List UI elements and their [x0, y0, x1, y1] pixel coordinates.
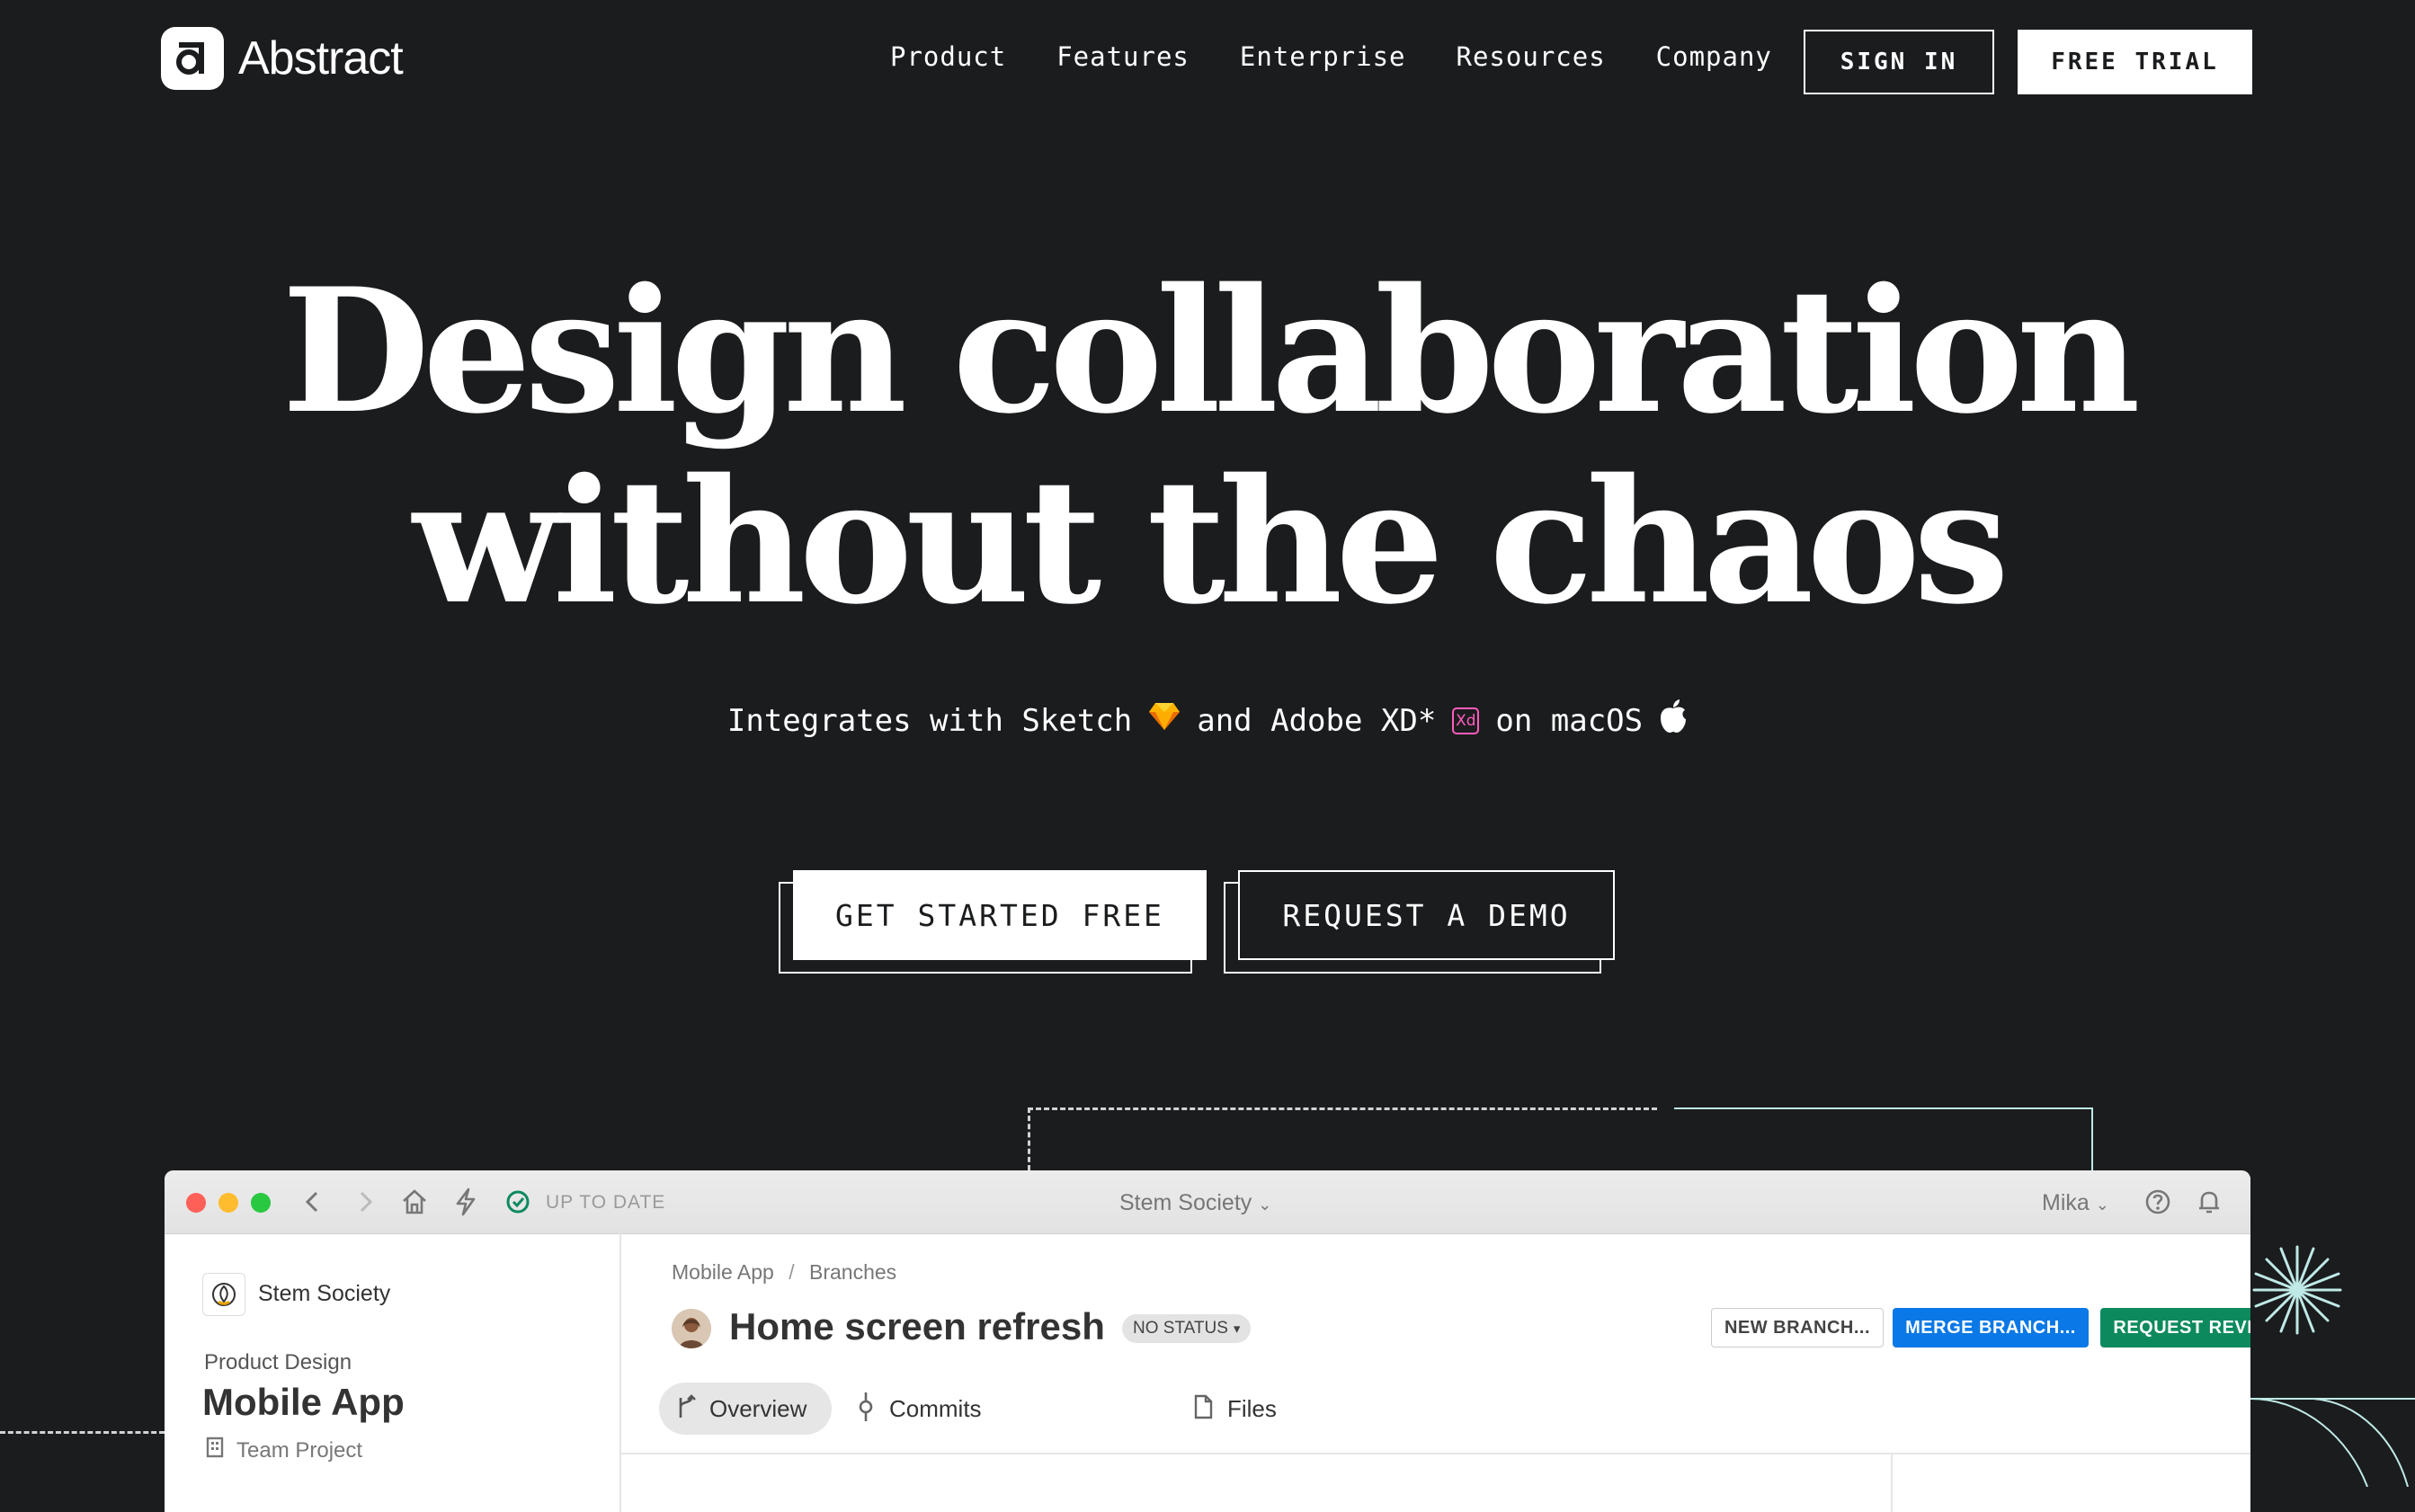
nav-product[interactable]: Product: [890, 41, 1006, 72]
tab-commits[interactable]: Commits: [857, 1383, 982, 1435]
file-icon: [1193, 1394, 1213, 1424]
back-icon[interactable]: [299, 1187, 326, 1222]
accent-line-right: [2091, 1107, 2093, 1170]
sync-check-icon: [504, 1187, 531, 1222]
sign-in-button[interactable]: SIGN IN: [1804, 30, 1994, 94]
merge-branch-button[interactable]: MERGE BRANCH...: [1893, 1308, 2089, 1347]
tab-files-label: Files: [1227, 1394, 1277, 1422]
sidebar-project-title: Mobile App: [202, 1381, 405, 1423]
home-icon[interactable]: [400, 1187, 429, 1222]
sketch-icon: [1148, 702, 1181, 739]
branch-author-avatar: [672, 1309, 711, 1348]
sidebar-project-type: Team Project: [236, 1438, 363, 1463]
dashed-connector-left-edge: [0, 1431, 165, 1434]
branch-title: Home screen refresh: [729, 1305, 1105, 1347]
subtitle-macos-text: on macOS: [1495, 702, 1644, 739]
nav-company[interactable]: Company: [1656, 41, 1772, 72]
chevron-down-icon: ⌄: [1258, 1196, 1272, 1214]
nav-resources[interactable]: Resources: [1457, 41, 1606, 72]
breadcrumb-branches[interactable]: Branches: [809, 1260, 896, 1284]
status-badge: NO STATUS: [1133, 1319, 1228, 1338]
subtitle-sketch-text: Integrates with Sketch: [726, 702, 1133, 739]
tab-commits-label: Commits: [889, 1394, 982, 1422]
tab-files[interactable]: Files: [1193, 1383, 1277, 1435]
org-switcher[interactable]: Stem Society ⌄: [1119, 1190, 1271, 1216]
commit-icon: [857, 1392, 875, 1426]
main-nav: Product Features Enterprise Resources Co…: [890, 41, 1772, 72]
org-avatar[interactable]: [202, 1273, 245, 1316]
stem-society-logo-icon: [212, 1283, 236, 1306]
abstract-logo-icon: [161, 27, 224, 90]
user-name: Mika: [2042, 1190, 2090, 1215]
breadcrumb-project[interactable]: Mobile App: [672, 1260, 774, 1284]
maximize-window-button[interactable]: [251, 1193, 271, 1213]
new-branch-button[interactable]: NEW BRANCH...: [1711, 1308, 1884, 1347]
tab-overview-label: Overview: [709, 1394, 807, 1422]
chevron-down-icon: ⌄: [2095, 1196, 2109, 1214]
branch-status-dropdown[interactable]: NO STATUS ▾: [1122, 1314, 1252, 1343]
forward-icon[interactable]: [352, 1187, 379, 1222]
integrations-subtitle: Integrates with Sketch and Adobe XD* Xd …: [0, 699, 2415, 742]
sync-status: UP TO DATE: [546, 1192, 666, 1213]
minimize-window-button[interactable]: [218, 1193, 238, 1213]
dashed-connector-top: [1028, 1107, 1657, 1110]
activity-bolt-icon[interactable]: [452, 1187, 479, 1222]
tabs-divider: [621, 1453, 2250, 1454]
request-review-button[interactable]: REQUEST REVIEW...: [2100, 1308, 2250, 1347]
help-icon[interactable]: [2143, 1187, 2173, 1222]
accent-line-top: [1674, 1107, 2093, 1109]
adobe-xd-icon: Xd: [1452, 707, 1480, 734]
chevron-down-icon: ▾: [1233, 1321, 1241, 1337]
close-window-button[interactable]: [186, 1193, 206, 1213]
branch-icon: [675, 1393, 699, 1424]
panel-divider: [1891, 1454, 1893, 1512]
dashed-connector-left: [1028, 1107, 1030, 1170]
get-started-free-button[interactable]: GET STARTED FREE: [793, 870, 1207, 960]
hero-line-1: Design collaboration: [281, 251, 2140, 451]
org-switcher-label: Stem Society: [1119, 1190, 1252, 1215]
project-sidebar: Stem Society Product Design Mobile App T…: [165, 1233, 621, 1512]
brand-name: Abstract: [238, 32, 404, 84]
building-icon: [206, 1436, 224, 1463]
app-window: UP TO DATE Stem Society ⌄ Mika ⌄ Stem So…: [165, 1170, 2250, 1512]
subtitle-xd-text: and Adobe XD*: [1197, 702, 1437, 739]
hero-headline: Design collaboration without the chaos: [0, 256, 2415, 637]
breadcrumb-separator: /: [789, 1260, 795, 1284]
nav-enterprise[interactable]: Enterprise: [1240, 41, 1406, 72]
tab-overview[interactable]: Overview: [659, 1383, 832, 1435]
abstract-logo[interactable]: Abstract: [161, 27, 404, 90]
branch-detail: Mobile App / Branches Home screen refres…: [621, 1233, 2250, 1512]
window-titlebar: UP TO DATE Stem Society ⌄ Mika ⌄: [165, 1170, 2250, 1234]
nav-features[interactable]: Features: [1056, 41, 1190, 72]
hero-line-2: without the chaos: [413, 441, 2010, 642]
notifications-bell-icon[interactable]: [2195, 1187, 2223, 1222]
free-trial-button[interactable]: FREE TRIAL: [2018, 30, 2252, 94]
decorative-arcs: [2250, 1384, 2415, 1491]
starburst-icon: [2252, 1245, 2342, 1339]
breadcrumb: Mobile App / Branches: [672, 1260, 896, 1285]
sidebar-org-name[interactable]: Stem Society: [258, 1281, 390, 1307]
request-demo-button[interactable]: REQUEST A DEMO: [1238, 870, 1615, 960]
user-menu[interactable]: Mika ⌄: [2042, 1190, 2109, 1216]
sidebar-section-label: Product Design: [204, 1350, 352, 1374]
apple-icon: [1659, 699, 1688, 742]
